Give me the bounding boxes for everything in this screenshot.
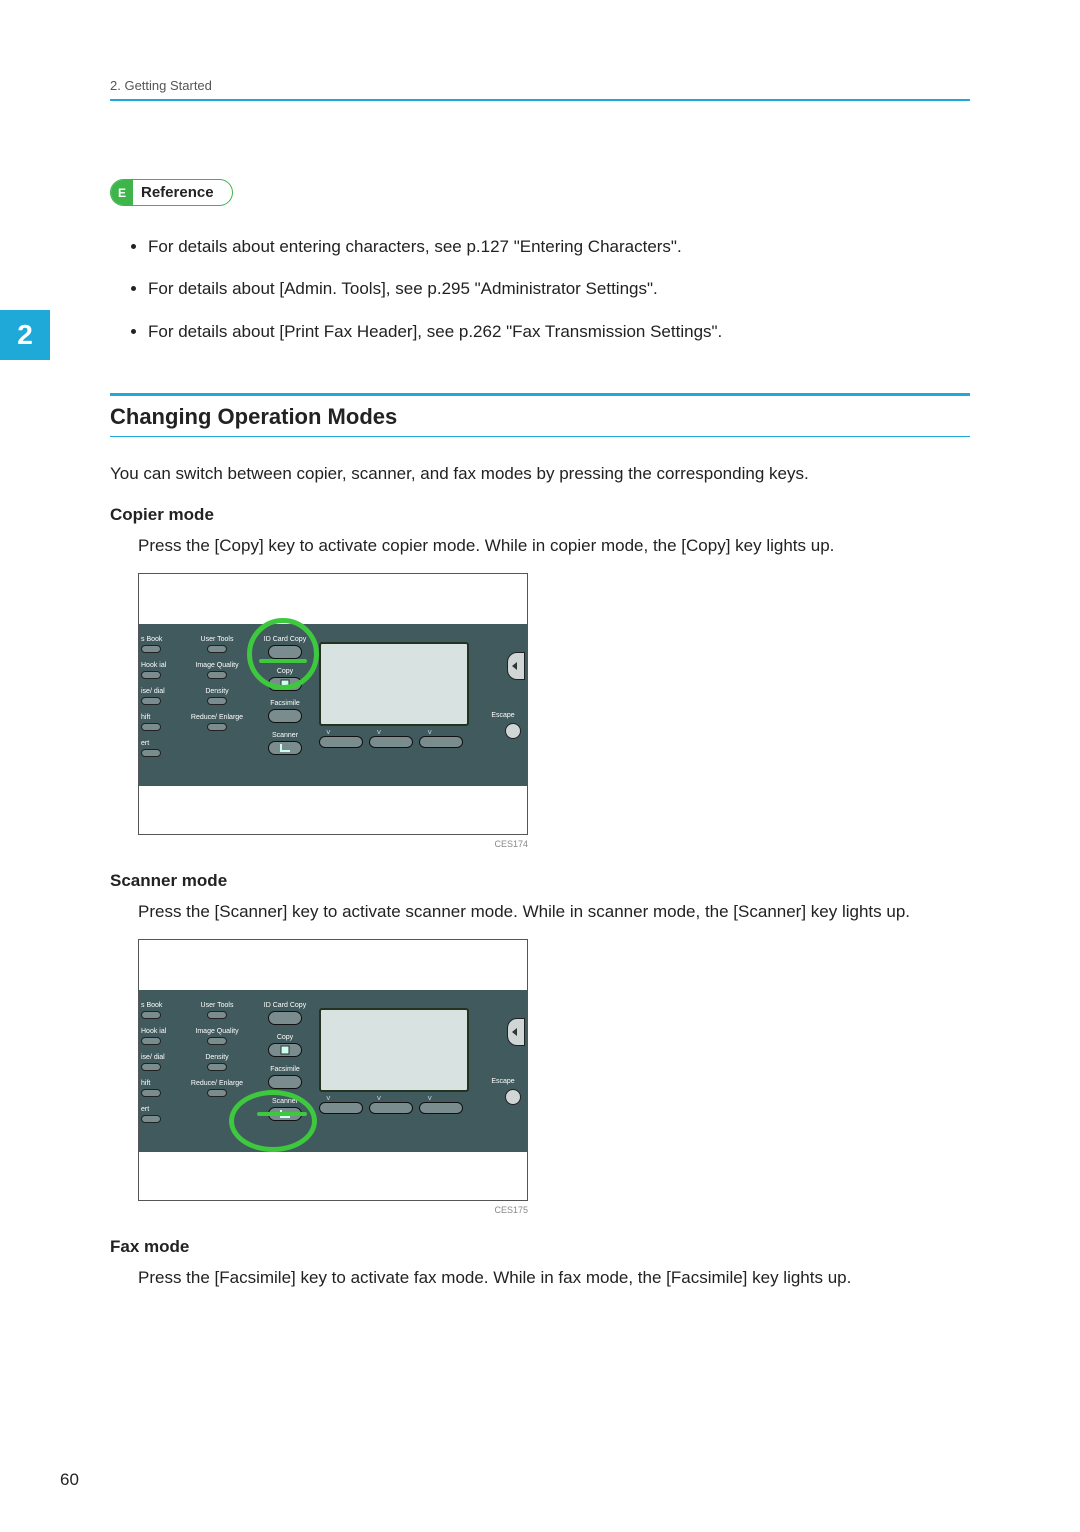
panel-mid-label: Reduce/ Enlarge bbox=[191, 1080, 243, 1087]
escape-label: Escape bbox=[481, 712, 525, 719]
panel-button bbox=[141, 1011, 161, 1019]
panel-left-label: ert bbox=[141, 740, 149, 747]
scanner-mode-heading: Scanner mode bbox=[110, 871, 970, 891]
page-header-breadcrumb: 2. Getting Started bbox=[110, 78, 970, 101]
scan-label: Scanner bbox=[272, 1098, 298, 1105]
panel-mid-label: User Tools bbox=[201, 1002, 234, 1009]
panel-mid-label: Image Quality bbox=[195, 1028, 238, 1035]
escape-label: Escape bbox=[481, 1078, 525, 1085]
panel-lcd-screen bbox=[319, 1008, 469, 1092]
reference-badge: E Reference bbox=[110, 179, 233, 206]
panel-left-label: Hook ial bbox=[141, 662, 166, 669]
copier-mode-heading: Copier mode bbox=[110, 505, 970, 525]
figure-caption: CES174 bbox=[138, 839, 528, 849]
panel-button bbox=[141, 723, 161, 731]
panel-button bbox=[207, 645, 227, 653]
reference-label: Reference bbox=[141, 184, 214, 201]
control-panel-illustration-copier: s Book Hook ial ise/ dial hift ert User … bbox=[138, 573, 528, 835]
panel-left-label: ise/ dial bbox=[141, 688, 165, 695]
panel-left-label: ise/ dial bbox=[141, 1054, 165, 1061]
page-number: 60 bbox=[60, 1470, 79, 1490]
copy-button bbox=[268, 1043, 302, 1057]
soft-key bbox=[419, 1102, 463, 1114]
fax-button bbox=[268, 1075, 302, 1089]
soft-key bbox=[369, 736, 413, 748]
control-panel-illustration-scanner: s Book Hook ial ise/ dial hift ert User … bbox=[138, 939, 528, 1201]
fax-button bbox=[268, 709, 302, 723]
idcard-button bbox=[268, 645, 302, 659]
copy-label: Copy bbox=[277, 668, 293, 675]
section-heading-bar: Changing Operation Modes bbox=[110, 393, 970, 437]
chapter-tab: 2 bbox=[0, 310, 50, 360]
scan-label: Scanner bbox=[272, 732, 298, 739]
reference-item: For details about [Print Fax Header], se… bbox=[148, 319, 970, 345]
panel-left-label: ert bbox=[141, 1106, 149, 1113]
panel-mid-label: Density bbox=[205, 1054, 228, 1061]
panel-left-label: s Book bbox=[141, 636, 162, 643]
panel-button bbox=[207, 1037, 227, 1045]
panel-left-label: hift bbox=[141, 1080, 150, 1087]
figure-caption: CES175 bbox=[138, 1205, 528, 1215]
panel-button bbox=[141, 645, 161, 653]
panel-button bbox=[207, 1089, 227, 1097]
panel-button bbox=[207, 723, 227, 731]
fax-label: Facsimile bbox=[270, 700, 300, 707]
scan-button bbox=[268, 1107, 302, 1121]
fax-label: Facsimile bbox=[270, 1066, 300, 1073]
escape-button bbox=[505, 723, 521, 739]
panel-button bbox=[207, 697, 227, 705]
scanner-mode-desc: Press the [Scanner] key to activate scan… bbox=[138, 899, 970, 925]
panel-mid-label: Image Quality bbox=[195, 662, 238, 669]
nav-arrow-button bbox=[507, 652, 525, 680]
panel-button bbox=[141, 749, 161, 757]
copy-button bbox=[268, 677, 302, 691]
panel-lcd-screen bbox=[319, 642, 469, 726]
panel-mid-label: Density bbox=[205, 688, 228, 695]
reference-item: For details about entering characters, s… bbox=[148, 234, 970, 260]
panel-left-label: Hook ial bbox=[141, 1028, 166, 1035]
panel-button bbox=[207, 1011, 227, 1019]
panel-left-label: s Book bbox=[141, 1002, 162, 1009]
idcard-label: ID Card Copy bbox=[264, 1002, 306, 1009]
panel-mid-label: Reduce/ Enlarge bbox=[191, 714, 243, 721]
nav-arrow-button bbox=[507, 1018, 525, 1046]
panel-button bbox=[141, 671, 161, 679]
section-intro: You can switch between copier, scanner, … bbox=[110, 461, 970, 487]
soft-key bbox=[319, 1102, 363, 1114]
section-title: Changing Operation Modes bbox=[110, 404, 970, 430]
escape-button bbox=[505, 1089, 521, 1105]
idcard-button bbox=[268, 1011, 302, 1025]
reference-list: For details about entering characters, s… bbox=[148, 234, 970, 345]
scan-button bbox=[268, 741, 302, 755]
panel-button bbox=[141, 697, 161, 705]
soft-key bbox=[419, 736, 463, 748]
reference-item: For details about [Admin. Tools], see p.… bbox=[148, 276, 970, 302]
idcard-label: ID Card Copy bbox=[264, 636, 306, 643]
panel-button bbox=[207, 671, 227, 679]
soft-key bbox=[369, 1102, 413, 1114]
reference-icon: E bbox=[111, 179, 133, 206]
panel-button bbox=[141, 1063, 161, 1071]
fax-mode-desc: Press the [Facsimile] key to activate fa… bbox=[138, 1265, 970, 1291]
panel-left-label: hift bbox=[141, 714, 150, 721]
soft-key bbox=[319, 736, 363, 748]
copy-label: Copy bbox=[277, 1034, 293, 1041]
panel-button bbox=[141, 1115, 161, 1123]
copier-mode-desc: Press the [Copy] key to activate copier … bbox=[138, 533, 970, 559]
panel-mid-label: User Tools bbox=[201, 636, 234, 643]
panel-button bbox=[141, 1089, 161, 1097]
fax-mode-heading: Fax mode bbox=[110, 1237, 970, 1257]
panel-button bbox=[207, 1063, 227, 1071]
panel-button bbox=[141, 1037, 161, 1045]
